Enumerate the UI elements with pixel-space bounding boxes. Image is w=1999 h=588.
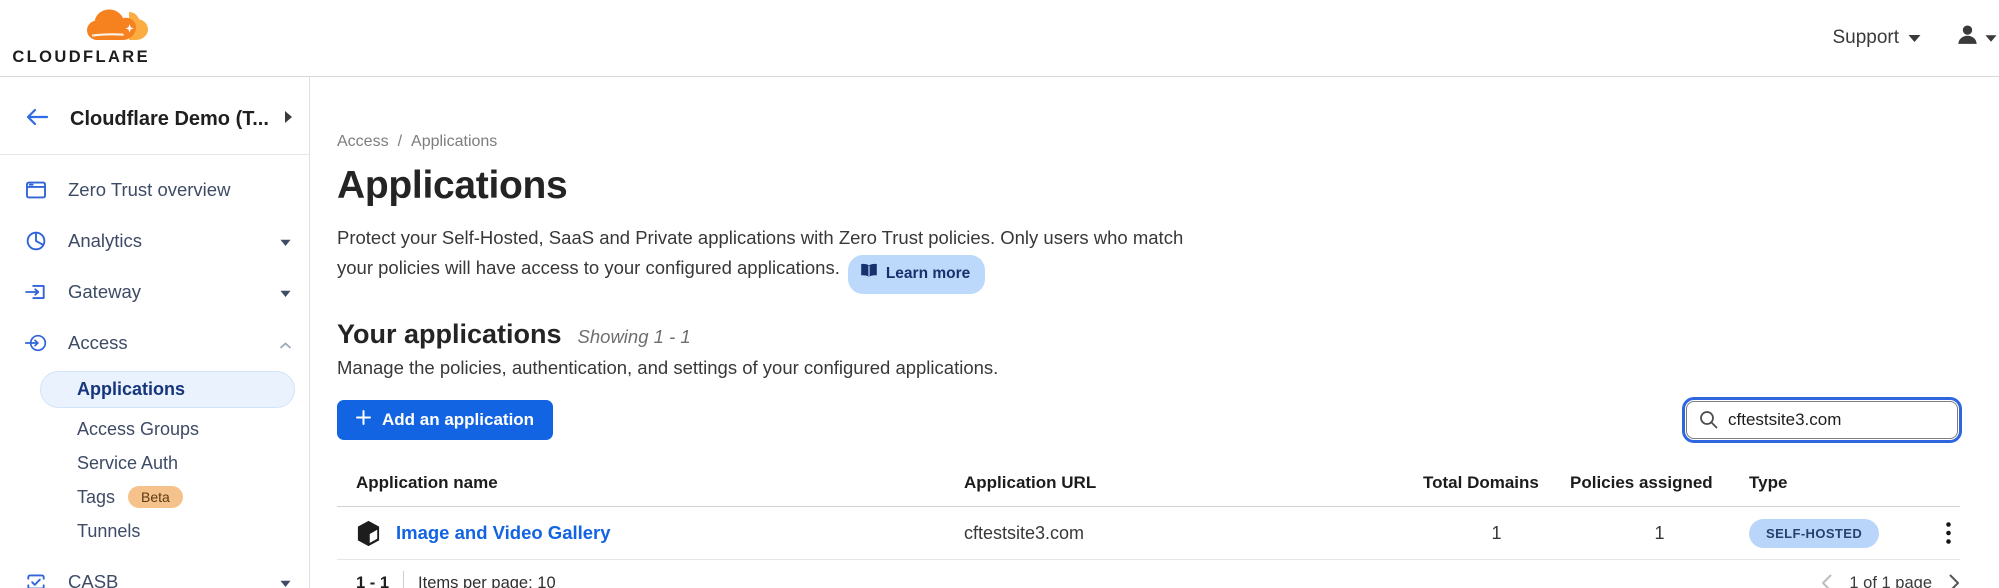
sidebar-item-label: Service Auth (77, 453, 178, 474)
sidebar-item-access[interactable]: Access (0, 317, 309, 368)
sidebar-item-service-auth[interactable]: Service Auth (0, 446, 309, 480)
caret-down-icon (280, 571, 291, 588)
main-content: Access / Applications Applications Prote… (310, 77, 1999, 588)
top-bar: CLOUDFLARE Support (0, 0, 1999, 77)
controls-row: Add an application (337, 400, 1960, 440)
shield-check-icon (25, 571, 47, 588)
column-policies-assigned: Policies assigned (1570, 473, 1749, 493)
total-domains-value: 1 (1423, 523, 1570, 544)
sidebar-item-access-groups[interactable]: Access Groups (0, 412, 309, 446)
pie-chart-icon (25, 230, 47, 252)
sidebar-item-label: CASB (68, 571, 280, 588)
caret-down-icon (280, 230, 291, 252)
sidebar-nav: Zero Trust overview Analytics (0, 155, 309, 588)
back-arrow-icon[interactable] (25, 107, 49, 132)
showing-count: Showing 1 - 1 (578, 326, 691, 348)
search-input[interactable] (1686, 401, 1958, 439)
column-application-url: Application URL (964, 473, 1423, 493)
next-page-icon[interactable] (1949, 574, 1960, 588)
page-description-text: Protect your Self-Hosted, SaaS and Priva… (337, 227, 1183, 278)
sidebar-item-label: Tags (77, 487, 115, 508)
page-status: 1 of 1 page (1849, 574, 1932, 588)
sidebar-item-label: Zero Trust overview (68, 179, 291, 201)
application-cube-icon (356, 520, 381, 547)
cloudflare-dashboard: CLOUDFLARE Support (0, 0, 1999, 588)
caret-up-icon (280, 332, 291, 354)
sidebar-item-tunnels[interactable]: Tunnels (0, 514, 309, 548)
breadcrumb: Access / Applications (337, 133, 1960, 151)
section-subtitle: Manage the policies, authentication, and… (337, 357, 1960, 379)
sidebar-item-applications[interactable]: Applications (40, 371, 295, 408)
top-bar-right: Support (1832, 25, 1995, 51)
page-description: Protect your Self-Hosted, SaaS and Priva… (337, 223, 1217, 294)
pagination-controls: 1 of 1 page (1821, 574, 1960, 588)
application-name-link[interactable]: Image and Video Gallery (396, 522, 611, 544)
type-badge: SELF-HOSTED (1749, 519, 1879, 548)
plus-icon (356, 410, 371, 430)
application-url: cftestsite3.com (964, 523, 1423, 544)
sidebar-account-header: Cloudflare Demo (T... (0, 95, 309, 143)
sidebar-item-label: Applications (77, 379, 185, 400)
sidebar: Cloudflare Demo (T... Zero Trust overvie… (0, 77, 310, 588)
sidebar-item-label: Access (68, 332, 280, 354)
book-icon (860, 259, 878, 289)
caret-down-icon (1908, 27, 1921, 49)
sidebar-item-casb[interactable]: CASB (0, 556, 309, 588)
row-kebab-menu-icon[interactable] (1936, 522, 1960, 544)
column-total-domains: Total Domains (1423, 473, 1570, 493)
section-header: Your applications Showing 1 - 1 (337, 319, 1960, 350)
table-footer: 1 - 1 Items per page: 10 1 of 1 page (337, 560, 1960, 588)
breadcrumb-applications[interactable]: Applications (411, 133, 497, 151)
caret-down-icon (280, 281, 291, 303)
cloudflare-logo[interactable]: CLOUDFLARE (20, 9, 150, 67)
person-icon (1957, 25, 1978, 51)
breadcrumb-access[interactable]: Access (337, 133, 389, 151)
items-range: 1 - 1 (356, 574, 389, 588)
caret-down-icon (1985, 27, 1997, 49)
browser-window-icon (25, 179, 47, 201)
cloudflare-wordmark: CLOUDFLARE (12, 48, 150, 67)
learn-more-label: Learn more (886, 259, 970, 289)
search-icon (1699, 410, 1718, 434)
page-title: Applications (337, 164, 1960, 208)
sidebar-item-gateway[interactable]: Gateway (0, 266, 309, 317)
sidebar-item-zero-trust-overview[interactable]: Zero Trust overview (0, 164, 309, 215)
applications-table: Application name Application URL Total D… (337, 473, 1960, 588)
caret-right-icon[interactable] (284, 110, 292, 128)
sign-in-icon (25, 332, 47, 354)
account-name[interactable]: Cloudflare Demo (T... (70, 108, 284, 131)
support-menu[interactable]: Support (1832, 27, 1921, 49)
cloudflare-cloud-icon (84, 9, 150, 47)
items-per-page: Items per page: 10 (418, 574, 556, 588)
previous-page-icon[interactable] (1821, 574, 1832, 588)
sidebar-item-label: Gateway (68, 281, 280, 303)
column-type: Type (1749, 473, 1936, 493)
account-menu[interactable] (1957, 25, 1997, 51)
add-application-button[interactable]: Add an application (337, 400, 553, 440)
add-application-label: Add an application (382, 410, 534, 430)
column-application-name: Application name (356, 473, 964, 493)
breadcrumb-separator: / (398, 133, 402, 151)
pagination-summary: 1 - 1 Items per page: 10 (356, 571, 556, 588)
sidebar-item-tags[interactable]: Tags Beta (0, 480, 309, 514)
sidebar-item-label: Access Groups (77, 419, 199, 440)
table-row[interactable]: Image and Video Gallery cftestsite3.com … (337, 507, 1960, 560)
learn-more-link[interactable]: Learn more (848, 255, 985, 294)
gateway-icon (25, 281, 47, 303)
search-box (1686, 401, 1958, 439)
sidebar-item-label: Analytics (68, 230, 280, 252)
sidebar-item-label: Tunnels (77, 521, 140, 542)
section-title: Your applications (337, 319, 562, 350)
table-header-row: Application name Application URL Total D… (337, 473, 1960, 507)
sidebar-item-analytics[interactable]: Analytics (0, 215, 309, 266)
policies-assigned-value: 1 (1570, 523, 1749, 544)
footer-divider (403, 571, 404, 588)
support-label: Support (1832, 27, 1899, 49)
beta-badge: Beta (128, 486, 183, 508)
